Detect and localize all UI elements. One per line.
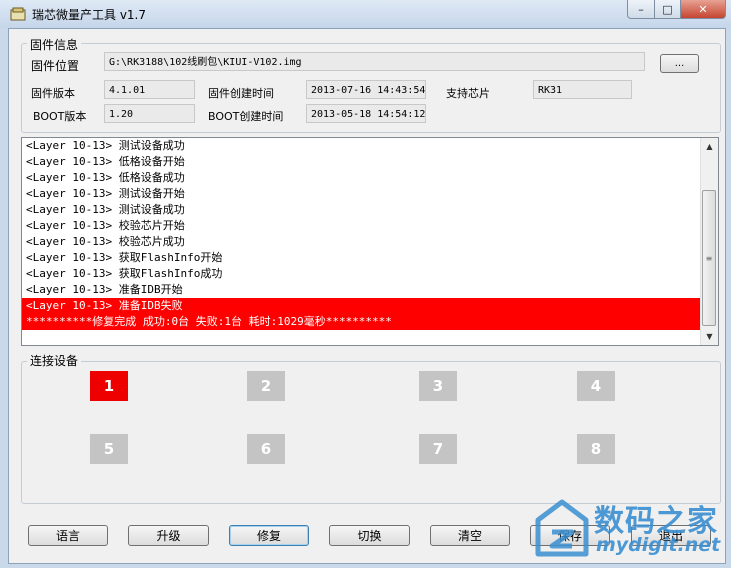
language-button[interactable]: 语言 <box>28 525 108 546</box>
window-title: 瑞芯微量产工具 v1.7 <box>32 8 147 22</box>
device-slot-label: 3 <box>432 377 444 395</box>
window-controls: – □ ✕ <box>627 0 727 20</box>
browse-button[interactable]: ... <box>660 54 699 73</box>
device-slot-label: 4 <box>590 377 602 395</box>
firmware-location-label: 固件位置 <box>31 59 80 73</box>
close-button[interactable]: ✕ <box>681 0 726 19</box>
log-line: <Layer 10-13> 获取FlashInfo成功 <box>26 267 223 280</box>
boot-version-field: 1.20 <box>104 104 195 123</box>
firmware-location-field[interactable]: G:\RK3188\102线刷包\KIUI-V102.img <box>104 52 645 71</box>
device-slot-label: 5 <box>103 440 115 458</box>
log-scrollbar[interactable]: ▲ ≡ ▼ <box>700 138 718 345</box>
scroll-thumb[interactable]: ≡ <box>702 190 716 326</box>
device-slot-7[interactable]: 7 <box>419 434 457 464</box>
watermark-logo-icon <box>535 499 589 557</box>
boot-created-field: 2013-05-18 14:54:12 <box>306 104 426 123</box>
device-slot-label: 6 <box>260 440 272 458</box>
device-slot-5[interactable]: 5 <box>90 434 128 464</box>
supported-chip-field: RK31 <box>533 80 632 99</box>
minimize-button[interactable]: – <box>627 0 655 19</box>
device-slot-label: 7 <box>432 440 444 458</box>
log-output[interactable]: <Layer 10-13> 测试设备成功 <Layer 10-13> 低格设备开始… <box>21 137 719 346</box>
switch-button[interactable]: 切换 <box>329 525 410 546</box>
upgrade-button[interactable]: 升级 <box>128 525 209 546</box>
supported-chip-label: 支持芯片 <box>446 87 490 100</box>
log-line: <Layer 10-13> 低格设备开始 <box>26 155 185 168</box>
clear-button[interactable]: 清空 <box>430 525 510 546</box>
log-line: <Layer 10-13> 校验芯片成功 <box>26 235 185 248</box>
log-line: <Layer 10-13> 获取FlashInfo开始 <box>26 251 223 264</box>
title-bar: 瑞芯微量产工具 v1.7 – □ ✕ <box>0 0 731 28</box>
device-slot-label: 1 <box>103 377 115 395</box>
scroll-up-icon[interactable]: ▲ <box>701 138 718 155</box>
devices-title: 连接设备 <box>27 352 82 369</box>
watermark: 数码之家 mydigit.net <box>532 496 731 560</box>
log-line: <Layer 10-13> 低格设备成功 <box>26 171 185 184</box>
log-line: <Layer 10-13> 准备IDB开始 <box>26 283 183 296</box>
device-slot-3[interactable]: 3 <box>419 371 457 401</box>
log-lines: <Layer 10-13> 测试设备成功 <Layer 10-13> 低格设备开始… <box>22 138 701 330</box>
maximize-button[interactable]: □ <box>655 0 681 19</box>
device-slot-1[interactable]: 1 <box>90 371 128 401</box>
log-line: <Layer 10-13> 测试设备成功 <box>26 139 185 152</box>
boot-created-label: BOOT创建时间 <box>208 110 284 123</box>
device-slot-6[interactable]: 6 <box>247 434 285 464</box>
device-slot-2[interactable]: 2 <box>247 371 285 401</box>
firmware-created-field: 2013-07-16 14:43:54 <box>306 80 426 99</box>
firmware-created-label: 固件创建时间 <box>208 87 274 100</box>
device-slot-label: 2 <box>260 377 272 395</box>
device-slot-4[interactable]: 4 <box>577 371 615 401</box>
firmware-version-label: 固件版本 <box>31 87 75 100</box>
log-line: <Layer 10-13> 准备IDB失败 <box>22 298 701 314</box>
scroll-down-icon[interactable]: ▼ <box>701 328 718 345</box>
log-line: <Layer 10-13> 测试设备开始 <box>26 187 185 200</box>
log-line: <Layer 10-13> 校验芯片开始 <box>26 219 185 232</box>
firmware-version-field: 4.1.01 <box>104 80 195 99</box>
log-line: **********修复完成 成功:0台 失败:1台 耗时:1029毫秒****… <box>22 314 701 330</box>
log-line: <Layer 10-13> 测试设备成功 <box>26 203 185 216</box>
app-icon <box>10 7 26 21</box>
boot-version-label: BOOT版本 <box>33 110 87 123</box>
watermark-text-en: mydigit.net <box>596 534 721 556</box>
firmware-info-title: 固件信息 <box>27 36 82 53</box>
repair-button[interactable]: 修复 <box>229 525 309 546</box>
device-slot-8[interactable]: 8 <box>577 434 615 464</box>
device-slot-label: 8 <box>590 440 602 458</box>
